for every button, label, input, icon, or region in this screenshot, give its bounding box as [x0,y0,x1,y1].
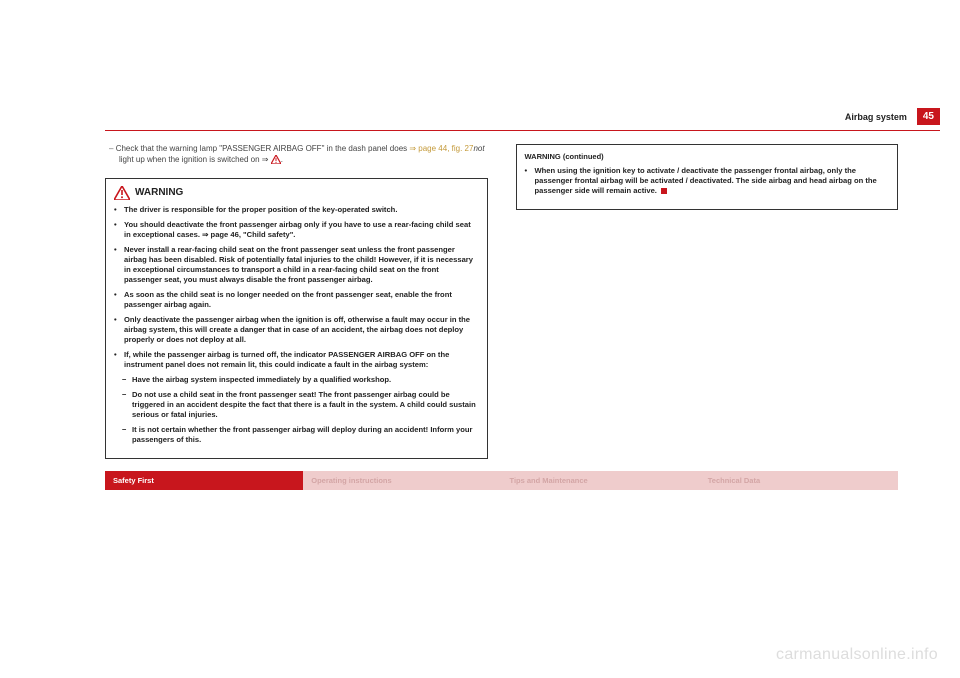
watermark: carmanualsonline.info [776,646,938,664]
warning-subitem: Have the airbag system inspected immedia… [114,375,479,385]
warning-continued-title: WARNING (continued) [525,152,890,161]
warning-triangle-icon [271,155,281,164]
warning-list: When using the ignition key to activate … [525,166,890,196]
warning-box-continued: WARNING (continued) When using the ignit… [516,144,899,210]
warning-item: If, while the passenger airbag is turned… [114,350,479,370]
page-number: 45 [917,108,940,125]
page-ref-link[interactable]: ⇒ page 44, fig. 27 [409,144,473,153]
warning-item: Never install a rear-facing child seat o… [114,245,479,285]
footer-tabs: Safety First Operating instructions Tips… [105,471,898,490]
period: . [281,155,283,164]
footer-tab-safety[interactable]: Safety First [105,471,303,490]
end-marker-icon [661,188,667,194]
warning-item: When using the ignition key to activate … [525,166,890,196]
warning-item: You should deactivate the front passenge… [114,220,479,240]
footer-tab-tips[interactable]: Tips and Maintenance [502,471,700,490]
warning-header: WARNING [114,186,479,200]
warning-item: The driver is responsible for the proper… [114,205,479,215]
warning-item: Only deactivate the passenger airbag whe… [114,315,479,345]
warning-subitem: Do not use a child seat in the front pas… [114,390,479,420]
warning-title: WARNING [135,187,183,198]
manual-page: Airbag system 45 – Check that the warnin… [0,0,960,530]
not-italic: not [473,144,484,153]
header-divider [105,130,940,131]
instruction-step: – Check that the warning lamp "PASSENGER… [105,144,488,166]
section-title: Airbag system [845,112,907,122]
instruction-text-a: Check that the warning lamp "PASSENGER A… [116,144,410,153]
content-columns: – Check that the warning lamp "PASSENGER… [105,144,898,459]
right-column: WARNING (continued) When using the ignit… [516,144,899,459]
footer-tab-technical[interactable]: Technical Data [700,471,898,490]
dash-bullet: – [109,144,113,153]
warning-continued-text: When using the ignition key to activate … [535,166,877,195]
warning-box-main: WARNING The driver is responsible for th… [105,178,488,459]
warning-list: The driver is responsible for the proper… [114,205,479,445]
warning-subitem: It is not certain whether the front pass… [114,425,479,445]
warning-triangle-icon [114,186,130,200]
warning-item: As soon as the child seat is no longer n… [114,290,479,310]
left-column: – Check that the warning lamp "PASSENGER… [105,144,488,459]
page-header: Airbag system 45 [0,108,960,131]
instruction-text-b: light up when the ignition is switched o… [119,155,271,164]
footer-tab-operating[interactable]: Operating instructions [303,471,501,490]
